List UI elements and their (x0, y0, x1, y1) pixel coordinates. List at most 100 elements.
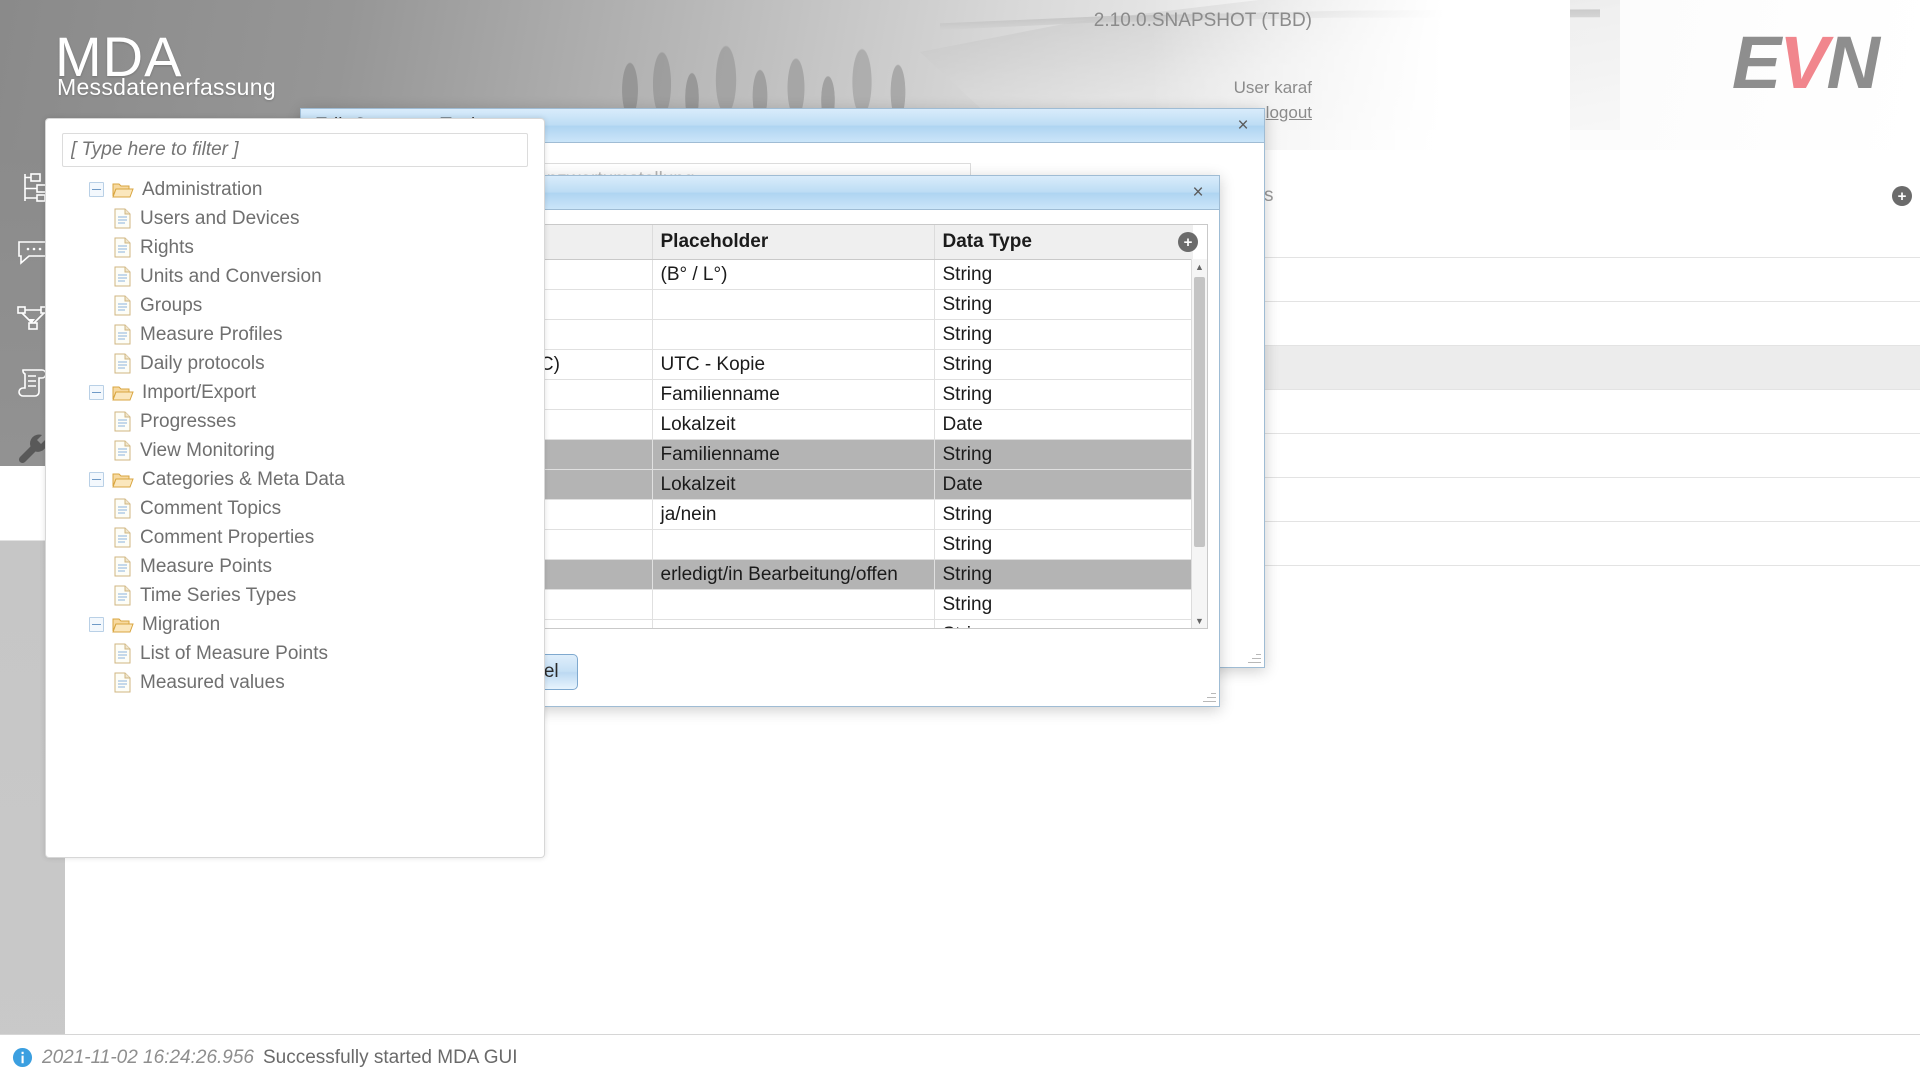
tree-item-categories-meta-data[interactable]: Categories & Meta Data (66, 465, 544, 494)
cell-datatype: String (934, 319, 1193, 350)
cell-placeholder: erledigt/in Bearbeitung/offen (652, 559, 935, 590)
cell-datatype: String (934, 289, 1193, 320)
scrollbar-thumb[interactable] (1194, 277, 1205, 547)
file-icon (114, 208, 131, 229)
scroll-up-icon[interactable]: ▲ (1192, 259, 1207, 274)
tree-item-measured-values[interactable]: Measured values (66, 668, 544, 697)
tree-item-label: Measure Points (140, 555, 273, 577)
tree-item-label: Migration (142, 613, 221, 635)
file-icon (114, 266, 131, 287)
cell-placeholder: (B° / L°) (652, 259, 935, 290)
column-header-datatype[interactable]: Data Type (934, 225, 1193, 260)
cell-placeholder (652, 289, 935, 320)
user-label: User karaf (1233, 78, 1312, 97)
tree-item-rights[interactable]: Rights (66, 233, 544, 262)
app-subtitle: Messdatenerfassung (57, 74, 276, 100)
close-icon[interactable]: × (1232, 115, 1254, 137)
folder-icon (112, 473, 134, 487)
cell-datatype: String (934, 439, 1193, 470)
tree-item-label: Users and Devices (140, 207, 300, 229)
resize-grip[interactable] (1202, 689, 1216, 703)
status-message: Successfully started MDA GUI (263, 1046, 518, 1068)
tree-item-label: Administration (142, 178, 263, 200)
cell-placeholder (652, 529, 935, 560)
logo-letter-v: V (1779, 21, 1828, 104)
tree-item-progresses[interactable]: Progresses (66, 407, 544, 436)
tree-item-measure-points[interactable]: Measure Points (66, 552, 544, 581)
expand-collapse-icon[interactable] (89, 385, 104, 400)
cell-datatype: String (934, 529, 1193, 560)
expand-collapse-icon[interactable] (89, 472, 104, 487)
tree-item-view-monitoring[interactable]: View Monitoring (66, 436, 544, 465)
file-icon (114, 440, 131, 461)
tree-item-label: Daily protocols (140, 352, 265, 374)
status-timestamp: 2021-11-02 16:24:26.956 (42, 1046, 254, 1068)
cell-placeholder (652, 319, 935, 350)
content-header-text: s (1264, 185, 1274, 206)
tree-item-label: Import/Export (142, 381, 257, 403)
filter-input[interactable] (62, 133, 528, 167)
tree-item-time-series-types[interactable]: Time Series Types (66, 581, 544, 610)
file-icon (114, 237, 131, 258)
tree-item-label: Comment Topics (140, 497, 282, 519)
cell-placeholder: UTC - Kopie (652, 349, 935, 380)
cell-placeholder: ja/nein (652, 499, 935, 530)
tree-item-comment-properties[interactable]: Comment Properties (66, 523, 544, 552)
cell-datatype: Date (934, 409, 1193, 440)
cell-datatype: Date (934, 469, 1193, 500)
resize-grip[interactable] (1247, 650, 1261, 664)
file-icon (114, 498, 131, 519)
status-bar: 2021-11-02 16:24:26.956 Successfully sta… (0, 1034, 1920, 1080)
tree-item-label: View Monitoring (140, 439, 275, 461)
plus-circle-icon[interactable]: + (1178, 232, 1198, 252)
cell-placeholder: Familienname (652, 439, 935, 470)
expand-collapse-icon[interactable] (89, 617, 104, 632)
tree-item-label: Progresses (140, 410, 237, 432)
file-icon (114, 324, 131, 345)
tree-item-comment-topics[interactable]: Comment Topics (66, 494, 544, 523)
cell-datatype: String (934, 559, 1193, 590)
file-icon (114, 353, 131, 374)
file-icon (114, 527, 131, 548)
tree-item-groups[interactable]: Groups (66, 291, 544, 320)
cell-datatype: String (934, 379, 1193, 410)
tree-item-label: Units and Conversion (140, 265, 322, 287)
cell-datatype: String (934, 619, 1193, 628)
expand-collapse-icon[interactable] (89, 182, 104, 197)
table-scrollbar[interactable]: ▲ ▼ (1191, 259, 1207, 628)
tree-item-import-export[interactable]: Import/Export (66, 378, 544, 407)
cell-placeholder: Lokalzeit (652, 469, 935, 500)
folder-icon (112, 386, 134, 400)
version-label: 2.10.0.SNAPSHOT (TBD) (1093, 10, 1312, 31)
column-header-placeholder[interactable]: Placeholder (652, 225, 935, 260)
file-icon (114, 643, 131, 664)
tree-item-label: Comment Properties (140, 526, 315, 548)
evn-logo: EVN (1616, 21, 1880, 104)
tree-item-label: Categories & Meta Data (142, 468, 345, 490)
file-icon (114, 556, 131, 577)
plus-circle-icon[interactable]: + (1892, 186, 1912, 206)
scroll-down-icon[interactable]: ▼ (1192, 613, 1207, 628)
cell-placeholder (652, 589, 935, 620)
tree-item-migration[interactable]: Migration (66, 610, 544, 639)
folder-icon (112, 183, 134, 197)
tree-item-administration[interactable]: Administration (66, 175, 544, 204)
close-icon[interactable]: × (1187, 182, 1209, 204)
tree-item-label: Time Series Types (140, 584, 297, 606)
tree-item-measure-profiles[interactable]: Measure Profiles (66, 320, 544, 349)
navigation-panel: Administration Users and Devices Rights Uni… (45, 118, 545, 858)
tree-item-label: Measure Profiles (140, 323, 283, 345)
tree-item-users-and-devices[interactable]: Users and Devices (66, 204, 544, 233)
logo-letter-n: N (1826, 21, 1880, 104)
file-icon (114, 585, 131, 606)
cell-datatype: String (934, 259, 1193, 290)
info-icon (12, 1047, 33, 1068)
logout-link[interactable]: logout (1266, 103, 1312, 122)
tree-item-units-and-conversion[interactable]: Units and Conversion (66, 262, 544, 291)
cell-placeholder (652, 619, 935, 628)
tree-item-daily-protocols[interactable]: Daily protocols (66, 349, 544, 378)
file-icon (114, 295, 131, 316)
tree-item-list-of-measure-points[interactable]: List of Measure Points (66, 639, 544, 668)
cell-datatype: String (934, 499, 1193, 530)
cell-datatype: String (934, 589, 1193, 620)
